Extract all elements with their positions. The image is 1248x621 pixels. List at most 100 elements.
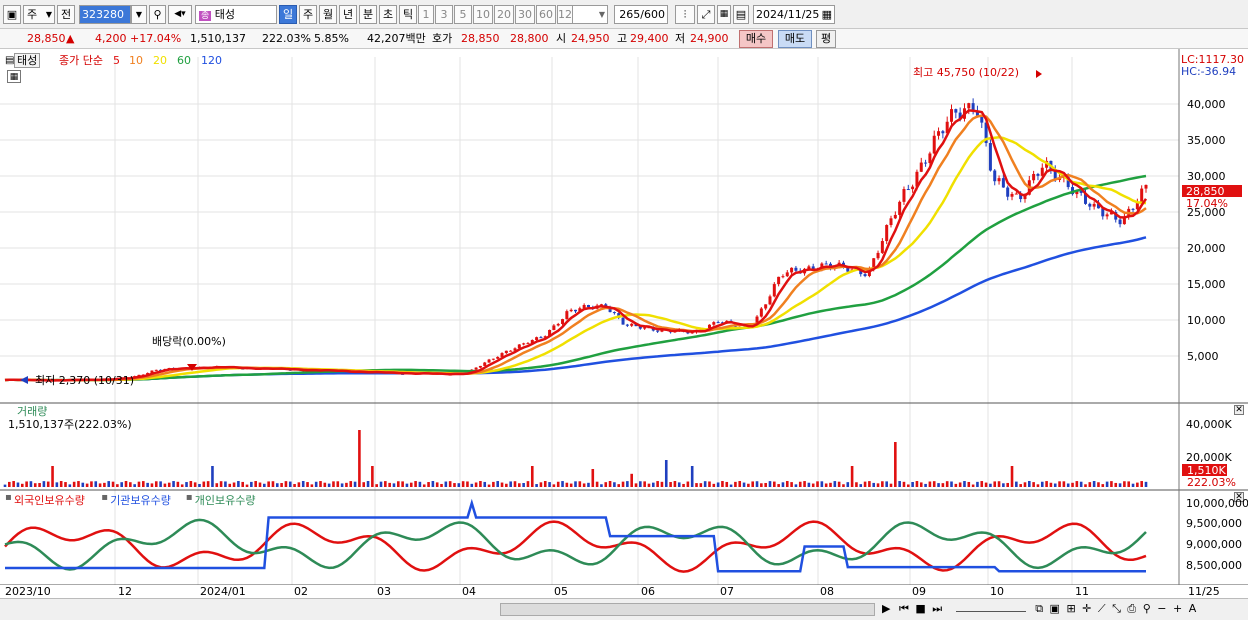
ma-legend-5[interactable]: 5: [113, 54, 120, 67]
scroll-bar[interactable]: [0, 598, 880, 620]
average-button[interactable]: 평: [816, 30, 836, 48]
stock-name-field[interactable]: 종 태성: [195, 5, 277, 24]
buy-button[interactable]: 매수: [739, 30, 773, 48]
data-count-field[interactable]: 265/600: [614, 5, 668, 24]
holding-legend-0[interactable]: 외국인보유수량: [14, 492, 85, 508]
volume-bar: [254, 481, 257, 487]
interval-button-1[interactable]: 1: [418, 5, 434, 24]
volume-bar: [967, 481, 971, 487]
volume-bar: [976, 481, 979, 487]
volume-bar: [919, 482, 923, 487]
interval-custom-select[interactable]: ▼: [572, 5, 608, 24]
low-price: 24,900: [690, 32, 729, 45]
volume-bar: [258, 482, 262, 487]
zoom-in-icon[interactable]: +: [1173, 602, 1182, 615]
x-axis-label: 2023/10: [5, 585, 51, 598]
code-dropdown-button[interactable]: ▼: [131, 5, 147, 24]
chart-settings-icon[interactable]: ▦: [7, 70, 21, 83]
interval-button-60[interactable]: 60: [536, 5, 556, 24]
volume-bar: [1101, 484, 1105, 487]
search-icon[interactable]: ⚲: [149, 5, 166, 24]
volume-bar: [263, 483, 266, 487]
volume-bar: [833, 481, 837, 487]
print-icon[interactable]: ⎙: [1127, 602, 1136, 615]
market-type-select[interactable]: 주 ▼: [23, 5, 55, 24]
copy-icon[interactable]: ⧉: [1035, 602, 1043, 615]
price-tick-label: 35,000: [1187, 134, 1226, 147]
volume-bar: [81, 482, 85, 487]
ma-legend-20[interactable]: 20: [153, 54, 167, 67]
min-price-annotation: 최저 2,370 (10/31): [35, 374, 135, 387]
period-button-4[interactable]: 분: [359, 5, 377, 24]
period-button-3[interactable]: 년: [339, 5, 357, 24]
cross-icon[interactable]: ✛: [1082, 602, 1091, 615]
speaker-icon[interactable]: ◀▾: [168, 5, 192, 24]
candle-type-icon[interactable]: ⫶: [675, 5, 695, 24]
zoom-icon[interactable]: ⚲: [1143, 602, 1151, 615]
interval-button-3[interactable]: 3: [435, 5, 453, 24]
scroll-last-icon[interactable]: ⏭: [932, 602, 942, 615]
font-size-icon[interactable]: A: [1189, 602, 1197, 615]
candle-body: [1010, 193, 1014, 197]
split-icon[interactable]: ⊞: [1066, 602, 1075, 615]
volume-bar: [241, 481, 245, 487]
interval-button-5[interactable]: 5: [454, 5, 472, 24]
period-button-5[interactable]: 초: [379, 5, 397, 24]
volume-bar: [543, 481, 547, 487]
x-axis-label: 10: [990, 585, 1004, 598]
volume-bar: [773, 481, 776, 487]
grid-icon[interactable]: ▦: [717, 5, 731, 24]
volume-bar: [271, 481, 275, 487]
stop-icon[interactable]: ■: [915, 602, 925, 615]
sell-button[interactable]: 매도: [778, 30, 812, 48]
dividend-annotation: 배당락(0.00%): [152, 335, 226, 348]
scroll-first-icon[interactable]: ⏮: [899, 602, 909, 615]
prefix-button[interactable]: 전: [57, 5, 75, 24]
scroll-thumb[interactable]: [500, 603, 875, 616]
period-button-2[interactable]: 월: [319, 5, 337, 24]
interval-button-30[interactable]: 30: [515, 5, 535, 24]
volume-bar: [664, 460, 668, 487]
calendar-icon[interactable]: ▦: [822, 6, 832, 23]
volume-bar: [1062, 481, 1066, 487]
trend-icon[interactable]: ⤡: [1112, 602, 1121, 615]
range-slider[interactable]: [955, 602, 1026, 612]
stock-name-tag: 태성: [14, 53, 41, 68]
ma-legend-10[interactable]: 10: [129, 54, 143, 67]
volume-bar: [647, 483, 651, 487]
volume-bar: [275, 483, 279, 487]
window-icon[interactable]: ▣: [3, 5, 21, 24]
volume-bar: [613, 482, 616, 487]
volume-bar: [435, 482, 439, 487]
interval-button-20[interactable]: 20: [494, 5, 514, 24]
layout-icon[interactable]: ▣: [1050, 602, 1060, 615]
volume-bar: [323, 482, 327, 487]
period-button-0[interactable]: 일: [279, 5, 297, 24]
ma-legend-60[interactable]: 60: [177, 54, 191, 67]
x-axis-label: 2024/01: [200, 585, 246, 598]
holding-legend-1[interactable]: 기관보유수량: [110, 492, 171, 508]
period-button-6[interactable]: 틱: [399, 5, 417, 24]
panel-close-icon[interactable]: ✕: [1234, 405, 1244, 415]
date-field[interactable]: 2024/11/25 ▦: [753, 5, 835, 24]
volume-bar: [595, 481, 599, 487]
candle-body: [478, 365, 482, 368]
period-button-1[interactable]: 주: [299, 5, 317, 24]
volume-bar: [245, 484, 249, 487]
volume-bar: [539, 482, 543, 487]
draw-tool-icon[interactable]: ⤢: [697, 5, 715, 24]
interval-button-10[interactable]: 10: [473, 5, 493, 24]
volume-bar: [824, 483, 828, 487]
stock-code-input[interactable]: 323280: [79, 5, 131, 24]
zoom-out-icon[interactable]: −: [1157, 602, 1166, 615]
candle-body: [937, 131, 941, 136]
volume-bar: [894, 442, 897, 487]
volume-bar: [621, 481, 625, 487]
ma-legend-120[interactable]: 120: [201, 54, 222, 67]
volume-bar: [1071, 482, 1074, 487]
scroll-right-icon[interactable]: ▶: [882, 602, 890, 615]
line-tool-icon[interactable]: ⟋: [1098, 602, 1106, 615]
holding-legend-2[interactable]: 개인보유수량: [195, 492, 256, 508]
volume-bar: [807, 482, 811, 487]
save-icon[interactable]: ▤: [733, 5, 749, 24]
